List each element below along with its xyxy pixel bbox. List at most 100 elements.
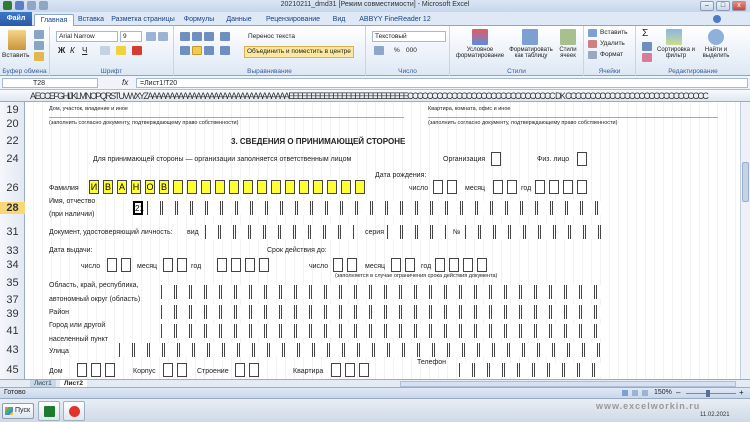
house-cell[interactable]: [91, 363, 101, 377]
taskbar-yandex[interactable]: [63, 401, 85, 421]
autosum-button[interactable]: Σ: [642, 28, 648, 39]
minimize-button[interactable]: –: [700, 1, 714, 11]
tab-file[interactable]: Файл: [0, 12, 32, 26]
birth-month-cell[interactable]: [493, 180, 503, 194]
sort-filter-button[interactable]: Сортировка и фильтр: [656, 47, 696, 59]
worksheet-grid[interactable]: Дом, участок, владение и иное Квартира, …: [25, 102, 740, 379]
surname-cell[interactable]: [229, 180, 239, 194]
thousands-button[interactable]: 000: [406, 47, 417, 54]
italic-button[interactable]: К: [70, 46, 75, 55]
issue-year-cell[interactable]: [259, 258, 269, 272]
row-number[interactable]: 33: [0, 245, 25, 257]
building-cell[interactable]: [177, 363, 187, 377]
issue-month-cell[interactable]: [163, 258, 173, 272]
doc-series-cells[interactable]: [387, 225, 447, 239]
normal-view-icon[interactable]: [622, 390, 628, 396]
tab-view[interactable]: Вид: [328, 14, 350, 26]
fill-icon[interactable]: [642, 42, 652, 51]
currency-icon[interactable]: [374, 46, 384, 55]
surname-letter-cell[interactable]: В: [103, 180, 113, 194]
underline-button[interactable]: Ч: [82, 46, 87, 55]
surname-cell[interactable]: [313, 180, 323, 194]
zoom-slider-thumb[interactable]: [706, 390, 710, 397]
doc-number-cells[interactable]: [465, 225, 602, 239]
surname-letter-cell[interactable]: О: [145, 180, 155, 194]
building-cell[interactable]: [163, 363, 173, 377]
issue-day-cell[interactable]: [107, 258, 117, 272]
surname-cell[interactable]: [187, 180, 197, 194]
insert-cells-button[interactable]: Вставить: [600, 29, 628, 36]
grow-font-icon[interactable]: [146, 32, 156, 41]
zoom-out-button[interactable]: –: [676, 388, 680, 397]
align-left-icon[interactable]: [180, 46, 190, 55]
row-number[interactable]: 31: [0, 226, 25, 238]
apartment-cell[interactable]: [331, 363, 341, 377]
align-top-icon[interactable]: [180, 32, 190, 41]
help-icon[interactable]: [713, 15, 721, 23]
page-break-view-icon[interactable]: [642, 390, 648, 396]
selected-cell[interactable]: 21: [133, 201, 144, 215]
surname-cell[interactable]: [341, 180, 351, 194]
surname-cell[interactable]: [173, 180, 183, 194]
birth-year-cell[interactable]: [577, 180, 587, 194]
valid-year-cell[interactable]: [435, 258, 445, 272]
issue-month-cell[interactable]: [177, 258, 187, 272]
conditional-format-button[interactable]: Условное форматирование: [452, 47, 508, 59]
surname-letter-cell[interactable]: А: [117, 180, 127, 194]
tab-abbyy[interactable]: ABBYY FineReader 12: [356, 14, 434, 26]
birth-day-cell[interactable]: [447, 180, 457, 194]
tab-page-layout[interactable]: Разметка страницы: [108, 14, 178, 26]
apartment-cell[interactable]: [345, 363, 355, 377]
surname-cell[interactable]: [257, 180, 267, 194]
doc-type-cells[interactable]: [205, 225, 355, 239]
find-select-button[interactable]: Найти и выделить: [698, 47, 734, 59]
house-cell[interactable]: [77, 363, 87, 377]
format-table-icon[interactable]: [522, 29, 538, 45]
surname-cell[interactable]: [243, 180, 253, 194]
row-number[interactable]: 19: [0, 104, 25, 116]
district-cells[interactable]: [161, 305, 602, 319]
row-number[interactable]: 26: [0, 182, 25, 194]
conditional-format-icon[interactable]: [472, 29, 488, 45]
column-header[interactable]: A ECCEFGHIJKLMNOPQRSTUVWXYZAAAAAAAAAAAAA…: [0, 90, 750, 102]
paste-icon[interactable]: [8, 30, 26, 50]
row-number[interactable]: 37: [0, 294, 25, 306]
tab-insert[interactable]: Вставка: [76, 14, 106, 26]
tab-formulas[interactable]: Формулы: [182, 14, 216, 26]
copy-icon[interactable]: [34, 41, 44, 50]
valid-month-cell[interactable]: [391, 258, 401, 272]
paste-button[interactable]: Вставить: [2, 52, 30, 59]
issue-year-cell[interactable]: [245, 258, 255, 272]
taskbar-excel[interactable]: [38, 401, 60, 421]
valid-year-cell[interactable]: [449, 258, 459, 272]
surname-letter-cell[interactable]: Н: [131, 180, 141, 194]
birth-day-cell[interactable]: [433, 180, 443, 194]
row-number[interactable]: 45: [0, 364, 25, 376]
row-number[interactable]: 20: [0, 118, 25, 130]
valid-year-cell[interactable]: [463, 258, 473, 272]
number-format-select[interactable]: Текстовый: [372, 31, 446, 42]
surname-cell[interactable]: [201, 180, 211, 194]
borders-icon[interactable]: [100, 46, 110, 55]
cell-styles-button[interactable]: Стили ячеек: [554, 47, 582, 59]
street-cells[interactable]: [119, 343, 602, 357]
zoom-slider[interactable]: [686, 393, 736, 394]
region-cells[interactable]: [161, 285, 602, 299]
percent-button[interactable]: %: [394, 47, 400, 54]
apartment-cell[interactable]: [359, 363, 369, 377]
row-number[interactable]: 39: [0, 308, 25, 320]
wrap-text-button[interactable]: Перенос текста: [248, 33, 295, 40]
valid-day-cell[interactable]: [347, 258, 357, 272]
delete-cells-button[interactable]: Удалить: [600, 40, 625, 47]
orientation-icon[interactable]: [220, 32, 230, 41]
vertical-scrollbar[interactable]: [740, 102, 750, 379]
row-number-selected[interactable]: 28: [0, 202, 25, 214]
birth-year-cell[interactable]: [535, 180, 545, 194]
birth-year-cell[interactable]: [549, 180, 559, 194]
align-middle-icon[interactable]: [192, 32, 202, 41]
font-color-icon[interactable]: [132, 46, 142, 55]
organization-checkbox[interactable]: [491, 152, 501, 166]
valid-day-cell[interactable]: [333, 258, 343, 272]
valid-year-cell[interactable]: [477, 258, 487, 272]
formula-input[interactable]: =Лист1!T20: [136, 78, 748, 88]
